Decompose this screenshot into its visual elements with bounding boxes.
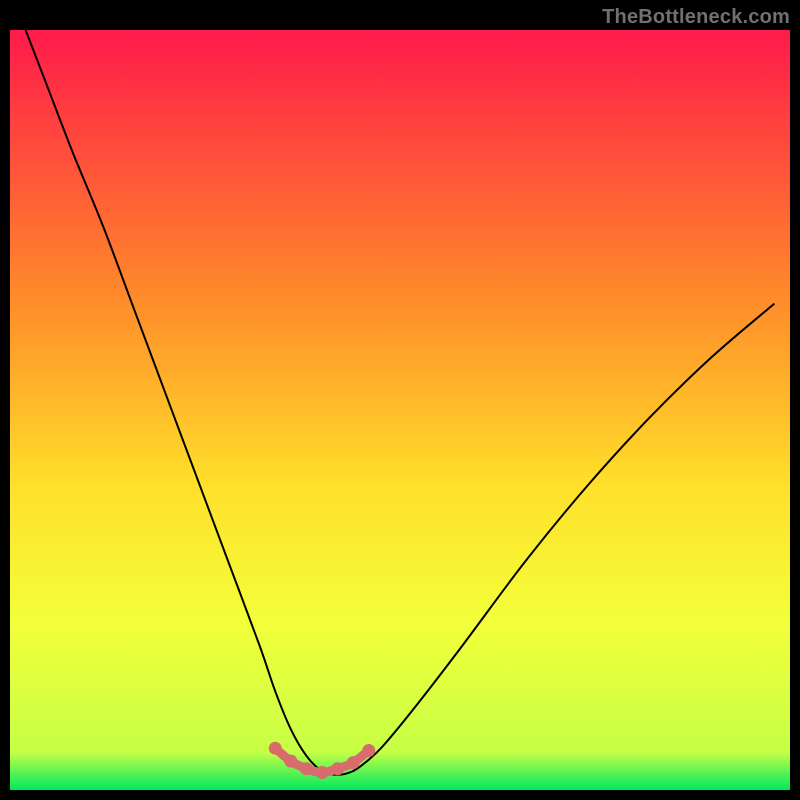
optimal-dot (284, 755, 297, 768)
optimal-dot (331, 762, 344, 775)
optimal-dot (347, 756, 360, 769)
chart-svg (10, 30, 790, 790)
plot-area (10, 30, 790, 790)
optimal-dot (269, 742, 282, 755)
optimal-dot (316, 766, 329, 779)
watermark-text: TheBottleneck.com (602, 6, 790, 29)
optimal-dot (362, 744, 375, 757)
chart-stage: TheBottleneck.com (0, 0, 800, 800)
gradient-background (10, 30, 790, 790)
optimal-dot (300, 762, 313, 775)
